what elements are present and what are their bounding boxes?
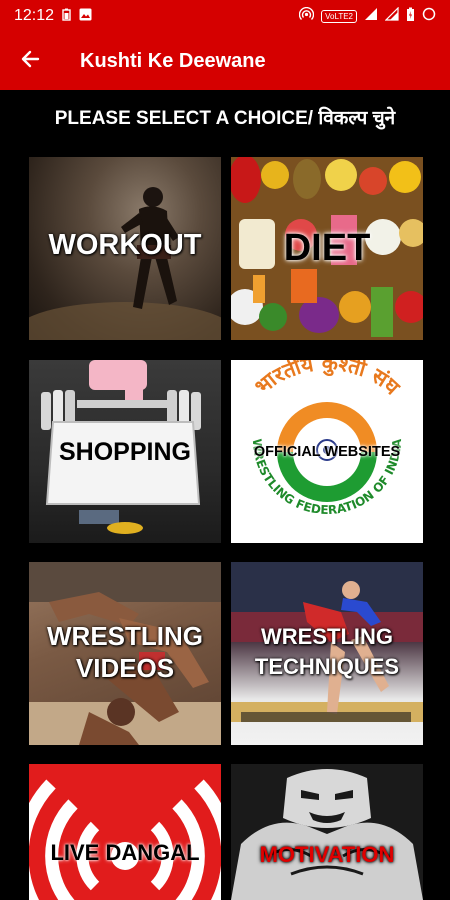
signal-icon-secondary xyxy=(384,6,399,25)
tile-shopping[interactable]: SHOPPING xyxy=(29,360,221,543)
tile-label-live-dangal: LIVE DANGAL xyxy=(50,840,200,865)
tile-label-diet: DIET xyxy=(283,227,371,269)
battery-saver-icon xyxy=(62,7,71,25)
tile-label-official-websites: OFFICIAL WEBSITES xyxy=(253,444,401,460)
signal-icon xyxy=(364,7,378,25)
tile-label-wrestling-videos-line2: VIDEOS xyxy=(75,653,175,683)
status-bar: 12:12 VoLTE2 xyxy=(0,0,450,32)
live-broadcast-icon xyxy=(29,779,221,900)
tile-label-wrestling-videos-line1: WRESTLING xyxy=(47,621,203,651)
gallery-notification-icon xyxy=(79,7,92,25)
tile-label-workout: WORKOUT xyxy=(48,229,202,261)
tile-workout[interactable]: WORKOUT xyxy=(29,157,221,340)
tile-label-shopping: SHOPPING xyxy=(59,438,191,466)
wfi-arc-text: भारतीय कुश्ती संघ xyxy=(250,360,405,401)
tile-live-dangal[interactable]: LIVE DANGAL xyxy=(29,764,221,900)
app-bar: Kushti Ke Deewane xyxy=(0,32,450,90)
tile-official-websites[interactable]: भारतीय कुश्ती संघ WRESTLING FEDERATION O… xyxy=(231,360,423,543)
hotspot-icon xyxy=(299,6,315,26)
svg-text:भारतीय कुश्ती संघ: भारतीय कुश्ती संघ xyxy=(250,360,405,401)
tile-wrestling-videos[interactable]: WRESTLING VIDEOS xyxy=(29,562,221,745)
tile-label-wrestling-techniques-line1: WRESTLING xyxy=(261,624,393,649)
tile-diet[interactable]: DIET xyxy=(231,157,423,340)
tile-label-wrestling-techniques-line2: TECHNIQUES xyxy=(254,654,400,679)
back-button[interactable] xyxy=(0,32,60,90)
battery-icon xyxy=(406,7,415,26)
tile-wrestling-techniques[interactable]: WRESTLING TECHNIQUES xyxy=(231,562,423,745)
motivation-image xyxy=(231,769,423,900)
arrow-back-icon xyxy=(20,49,40,73)
tile-motivation[interactable]: MOTIVATION xyxy=(231,764,423,900)
app-title: Kushti Ke Deewane xyxy=(80,49,266,72)
circle-status-icon xyxy=(422,7,436,25)
choice-heading: PLEASE SELECT A CHOICE/ विकल्प चुने xyxy=(54,108,396,129)
volte-badge: VoLTE2 xyxy=(321,9,357,23)
tile-label-motivation: MOTIVATION xyxy=(259,842,395,867)
clock: 12:12 xyxy=(14,7,55,24)
